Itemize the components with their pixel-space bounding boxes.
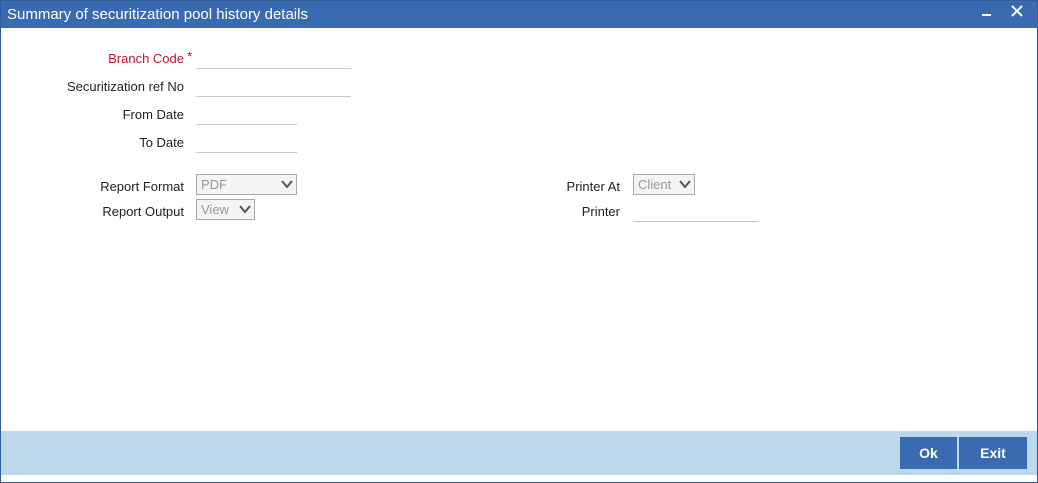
report-output-select[interactable]: View: [196, 199, 255, 220]
report-format-label: Report Format: [100, 179, 184, 194]
footer-bar: Ok Exit: [1, 431, 1037, 475]
printer-at-label: Printer At: [566, 179, 620, 194]
window-title: Summary of securitization pool history d…: [7, 6, 308, 23]
report-format-select[interactable]: PDF: [196, 174, 297, 195]
minimize-icon[interactable]: [976, 1, 998, 28]
exit-button[interactable]: Exit: [959, 437, 1027, 469]
report-output-label: Report Output: [102, 204, 184, 219]
dialog-window: Summary of securitization pool history d…: [0, 0, 1038, 483]
printer-at-value: Client: [638, 177, 672, 192]
chevron-down-icon: [281, 180, 293, 189]
branch-code-field[interactable]: [196, 49, 351, 69]
chevron-down-icon: [239, 205, 251, 214]
report-output-value: View: [201, 202, 229, 217]
from-date-field[interactable]: [196, 105, 297, 125]
printer-field[interactable]: [633, 202, 759, 222]
report-format-value: PDF: [201, 177, 227, 192]
required-marker: *: [187, 48, 193, 64]
ok-button[interactable]: Ok: [900, 437, 957, 469]
printer-at-select[interactable]: Client: [633, 174, 695, 195]
from-date-label: From Date: [122, 107, 184, 122]
title-bar: Summary of securitization pool history d…: [1, 1, 1037, 28]
branch-code-label: Branch Code: [108, 51, 184, 66]
securitization-ref-no-label: Securitization ref No: [66, 79, 184, 94]
close-icon[interactable]: [1007, 1, 1029, 28]
printer-label: Printer: [581, 204, 620, 219]
securitization-ref-no-field[interactable]: [196, 77, 351, 97]
to-date-label: To Date: [139, 135, 184, 150]
to-date-field[interactable]: [196, 133, 297, 153]
chevron-down-icon: [679, 180, 691, 189]
